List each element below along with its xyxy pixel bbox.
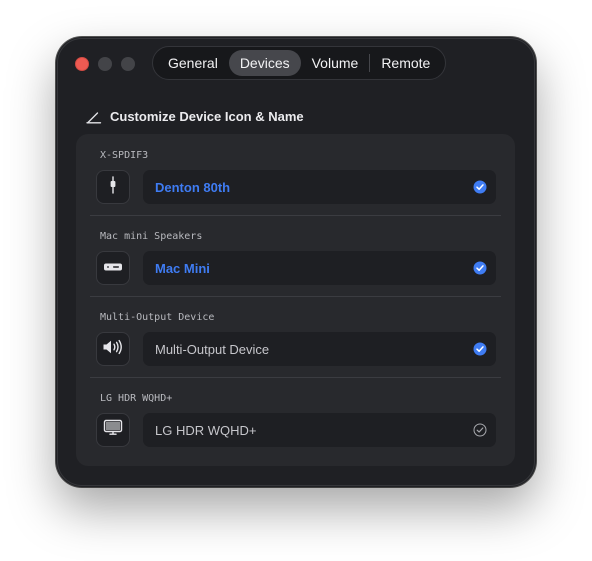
speaker-icon — [102, 339, 124, 360]
preferences-window: General Devices Volume Remote Customize … — [56, 37, 536, 487]
tab-devices[interactable]: Devices — [228, 50, 301, 76]
device-display-name: Mac Mini — [155, 260, 210, 276]
section-header: Customize Device Icon & Name — [86, 109, 304, 124]
device-name-field[interactable]: Mac Mini — [143, 251, 496, 285]
window-controls — [75, 57, 135, 71]
device-icon-button[interactable] — [96, 332, 130, 366]
section-title: Customize Device Icon & Name — [110, 109, 304, 124]
close-button[interactable] — [75, 57, 89, 71]
device-row: LG HDR WQHD+ LG HDR WQHD+ — [76, 377, 515, 458]
device-row: X-SPDIF3 Denton 80th — [76, 134, 515, 215]
device-display-name: Denton 80th — [155, 179, 231, 195]
device-name-field[interactable]: Multi-Output Device — [143, 332, 496, 366]
device-system-name: LG HDR WQHD+ — [100, 393, 173, 404]
tab-remote[interactable]: Remote — [370, 50, 441, 76]
device-display-name: Multi-Output Device — [155, 341, 270, 357]
checkmark-filled-icon[interactable] — [473, 180, 487, 194]
device-icon-button[interactable] — [96, 170, 130, 204]
device-icon-button[interactable] — [96, 413, 130, 447]
device-display-name: LG HDR WQHD+ — [155, 422, 257, 438]
device-system-name: Mac mini Speakers — [100, 231, 203, 242]
device-row: Multi-Output Device Multi-Output Device — [76, 296, 515, 377]
zoom-button[interactable] — [121, 57, 135, 71]
checkmark-outline-icon[interactable] — [473, 423, 487, 437]
device-name-field[interactable]: LG HDR WQHD+ — [143, 413, 496, 447]
mac-mini-icon — [103, 259, 123, 277]
device-system-name: X-SPDIF3 — [100, 150, 149, 161]
checkmark-filled-icon[interactable] — [473, 342, 487, 356]
minimize-button[interactable] — [98, 57, 112, 71]
device-row: Mac mini Speakers Mac Mini — [76, 215, 515, 296]
tab-general[interactable]: General — [157, 50, 229, 76]
pencil-icon — [86, 110, 102, 124]
checkmark-filled-icon[interactable] — [473, 261, 487, 275]
tab-bar: General Devices Volume Remote — [152, 46, 447, 80]
plug-icon — [107, 175, 119, 199]
device-system-name: Multi-Output Device — [100, 312, 215, 323]
device-name-field[interactable]: Denton 80th — [143, 170, 496, 204]
tab-volume[interactable]: Volume — [301, 50, 370, 76]
display-icon — [103, 419, 123, 441]
device-icon-button[interactable] — [96, 251, 130, 285]
device-list-panel: X-SPDIF3 Denton 80th Mac mini Speakers M… — [76, 134, 515, 466]
